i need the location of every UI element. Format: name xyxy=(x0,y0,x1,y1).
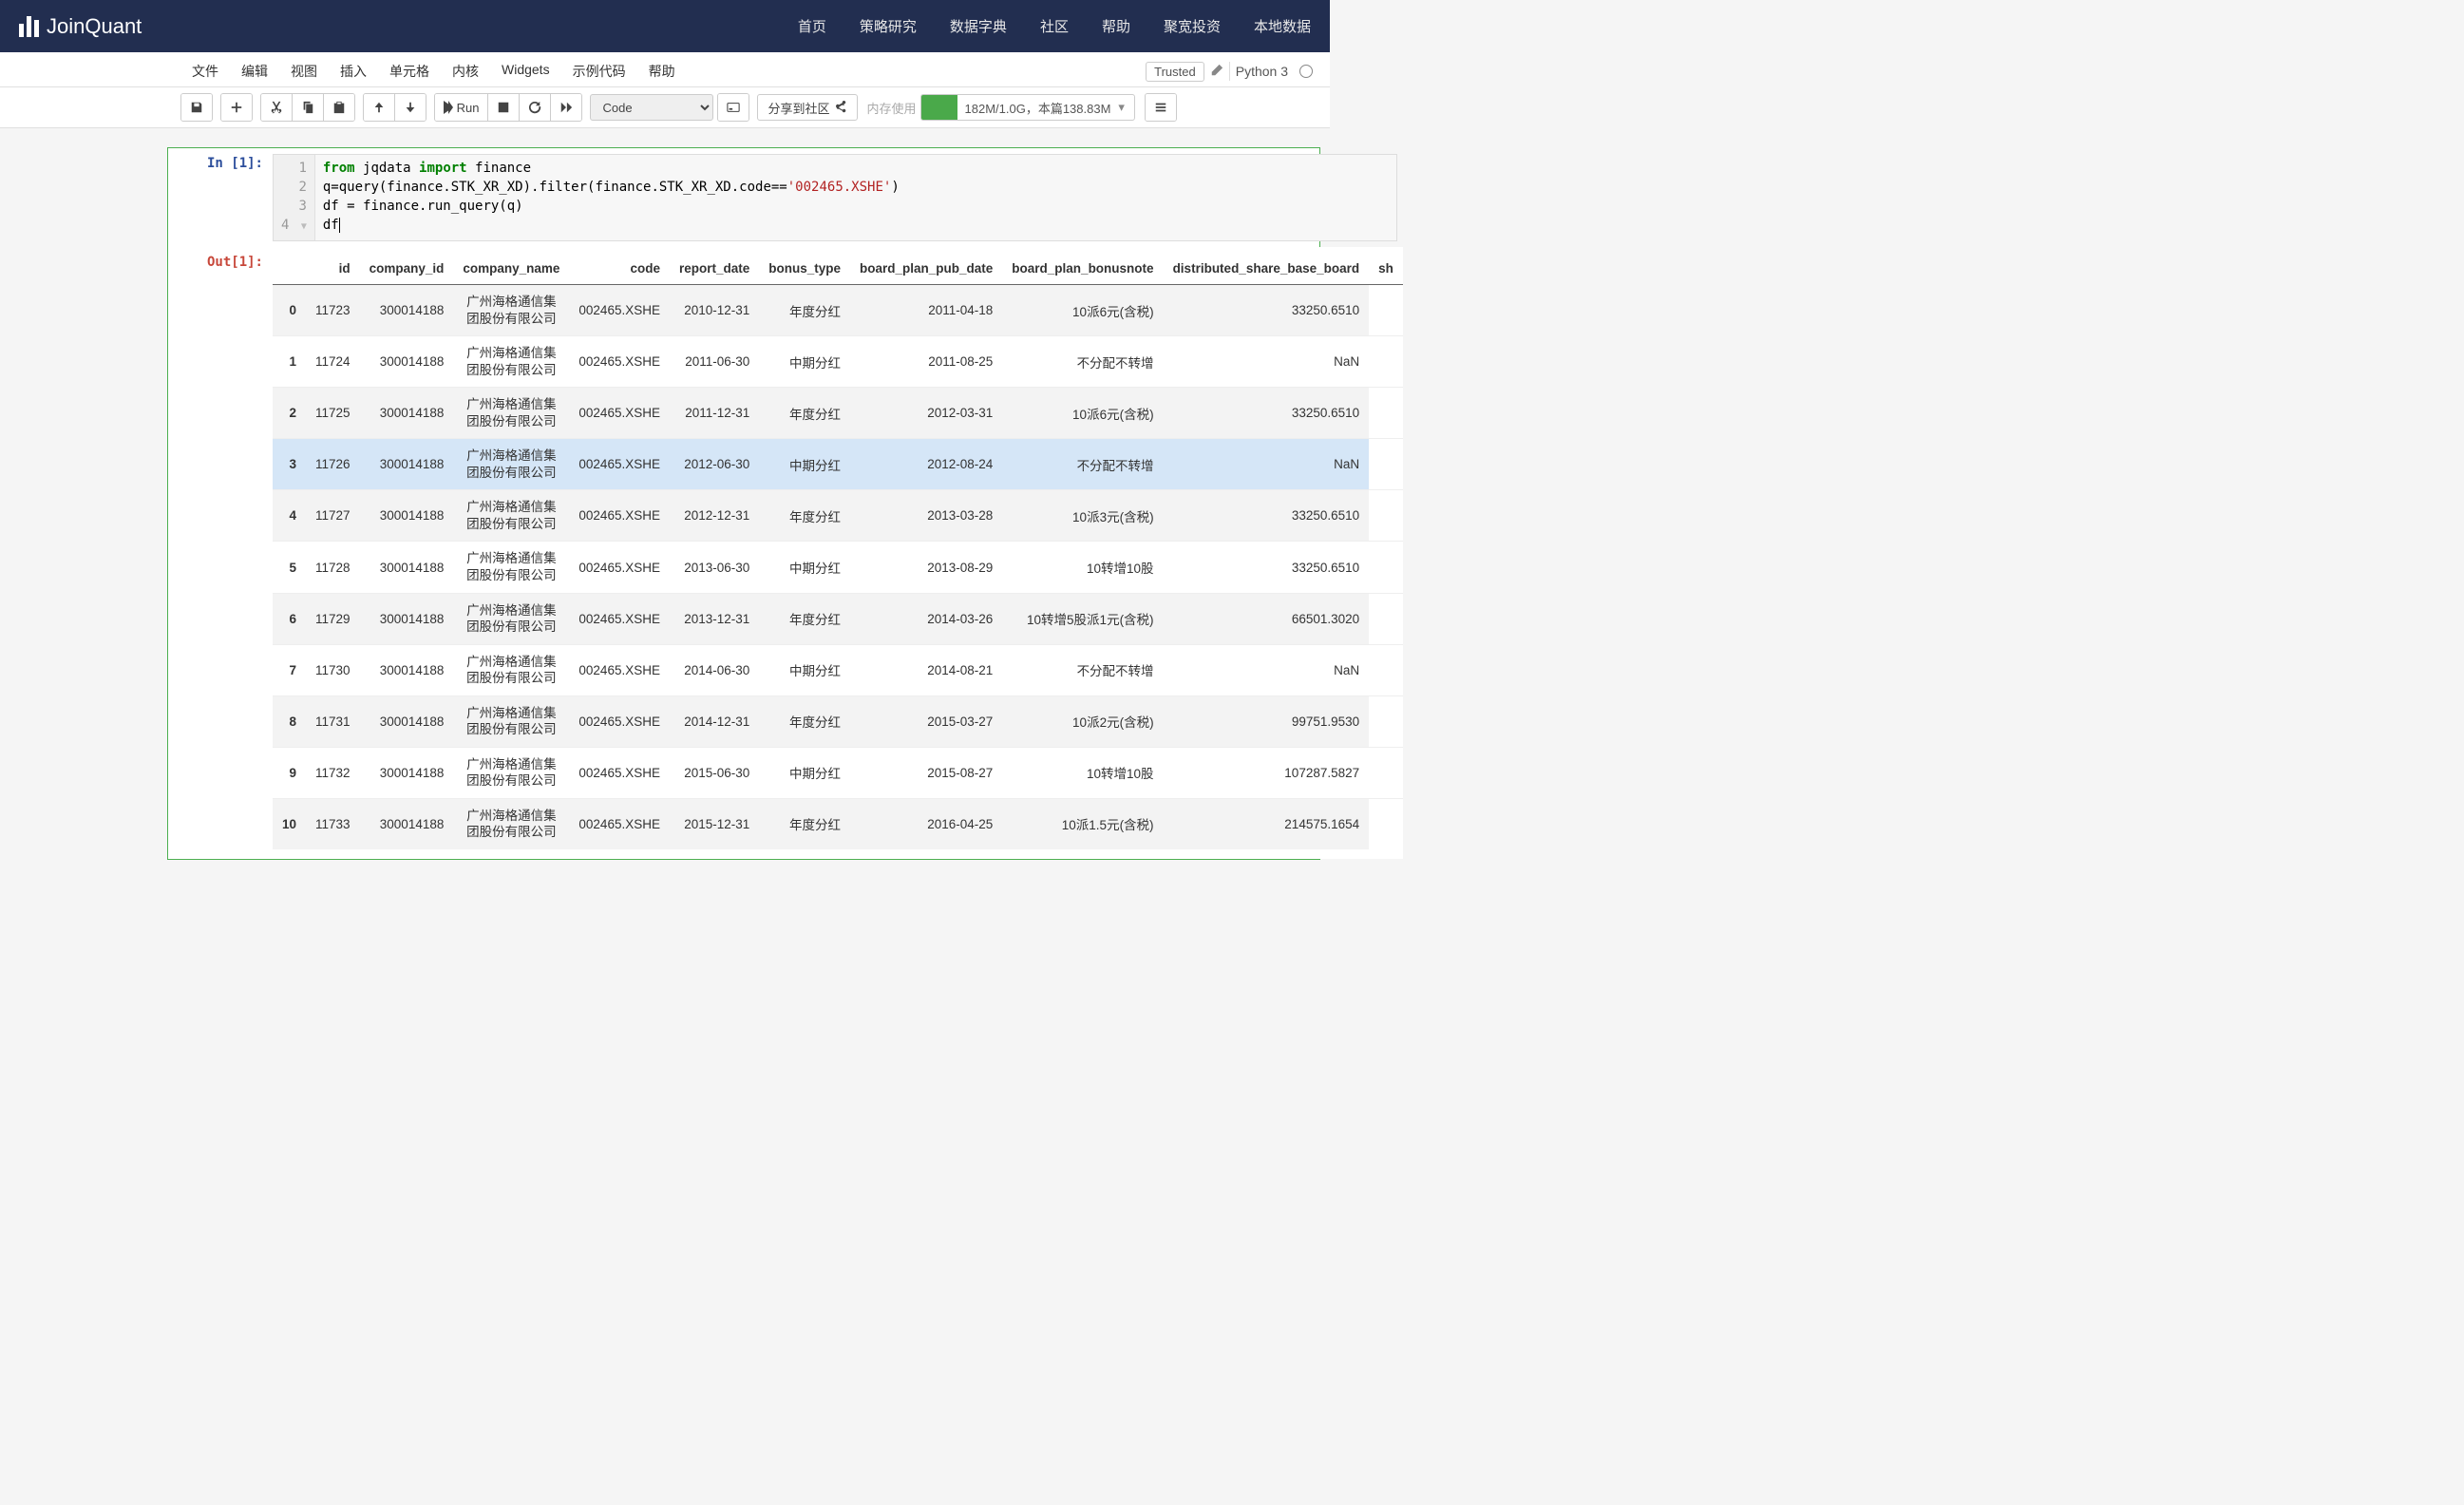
col-header: board_plan_pub_date xyxy=(850,253,1002,285)
code-editor[interactable]: 1 2 3 4 ▼ from jqdata import finance q=q… xyxy=(273,154,1397,241)
cut-button[interactable] xyxy=(261,94,293,121)
restart-run-all-button[interactable] xyxy=(551,94,581,121)
col-header: bonus_type xyxy=(759,253,850,285)
col-header: code xyxy=(569,253,670,285)
menu-0[interactable]: 文件 xyxy=(180,56,230,86)
interrupt-button[interactable] xyxy=(488,94,520,121)
move-down-button[interactable] xyxy=(395,94,426,121)
fold-arrow-icon: ▼ xyxy=(297,218,307,237)
share-icon xyxy=(834,101,847,114)
nav-link-5[interactable]: 聚宽投资 xyxy=(1164,16,1221,36)
paste-button[interactable] xyxy=(324,94,354,121)
menu-8[interactable]: 帮助 xyxy=(637,56,687,86)
table-row[interactable]: 811731300014188广州海格通信集团股份有限公司002465.XSHE… xyxy=(273,695,1403,747)
table-row[interactable]: 311726300014188广州海格通信集团股份有限公司002465.XSHE… xyxy=(273,439,1403,490)
memory-label: 内存使用 xyxy=(867,99,917,117)
menubar: 文件编辑视图插入单元格内核Widgets示例代码帮助 Trusted Pytho… xyxy=(0,52,1330,87)
menu-3[interactable]: 插入 xyxy=(329,56,378,86)
output-dataframe[interactable]: idcompany_idcompany_namecodereport_dateb… xyxy=(273,247,1403,859)
col-header: id xyxy=(306,253,360,285)
share-button[interactable]: 分享到社区 xyxy=(757,94,857,121)
table-row[interactable]: 711730300014188广州海格通信集团股份有限公司002465.XSHE… xyxy=(273,644,1403,695)
menu-4[interactable]: 单元格 xyxy=(378,56,441,86)
nav-link-6[interactable]: 本地数据 xyxy=(1254,16,1311,36)
table-row[interactable]: 111724300014188广州海格通信集团股份有限公司002465.XSHE… xyxy=(273,336,1403,388)
toolbar: Run Code 分享到社区 内存使用 182M/1.0G，本篇138.83M … xyxy=(0,87,1330,128)
nav-link-0[interactable]: 首页 xyxy=(798,16,826,36)
table-row[interactable]: 011723300014188广州海格通信集团股份有限公司002465.XSHE… xyxy=(273,285,1403,336)
col-header: board_plan_bonusnote xyxy=(1002,253,1163,285)
brand-logo[interactable]: JoinQuant xyxy=(19,14,142,39)
save-button[interactable] xyxy=(181,94,212,121)
line-gutter: 1 2 3 4 ▼ xyxy=(274,155,315,240)
cell-type-select[interactable]: Code xyxy=(590,94,713,121)
menu-7[interactable]: 示例代码 xyxy=(561,56,637,86)
col-header: company_name xyxy=(453,253,569,285)
table-row[interactable]: 411727300014188广州海格通信集团股份有限公司002465.XSHE… xyxy=(273,490,1403,542)
table-row[interactable]: 211725300014188广州海格通信集团股份有限公司002465.XSHE… xyxy=(273,388,1403,439)
dataframe-table: idcompany_idcompany_namecodereport_dateb… xyxy=(273,253,1403,849)
table-row[interactable]: 611729300014188广州海格通信集团股份有限公司002465.XSHE… xyxy=(273,593,1403,644)
memory-bar-icon xyxy=(921,94,957,121)
nav-link-4[interactable]: 帮助 xyxy=(1102,16,1130,36)
menu-1[interactable]: 编辑 xyxy=(230,56,279,86)
col-header xyxy=(273,253,306,285)
logo-bars-icon xyxy=(19,16,39,37)
restart-button[interactable] xyxy=(520,94,551,121)
nav-link-3[interactable]: 社区 xyxy=(1040,16,1069,36)
text-cursor xyxy=(339,218,340,233)
nav-links: 首页 策略研究 数据字典 社区 帮助 聚宽投资 本地数据 xyxy=(798,16,1311,36)
copy-button[interactable] xyxy=(293,94,324,121)
chevron-down-icon: ▾ xyxy=(1118,100,1125,115)
kernel-name[interactable]: Python 3 xyxy=(1229,62,1294,81)
menu-5[interactable]: 内核 xyxy=(441,56,490,86)
menu-2[interactable]: 视图 xyxy=(279,56,329,86)
memory-usage[interactable]: 182M/1.0G，本篇138.83M ▾ xyxy=(920,94,1135,121)
table-row[interactable]: 1011733300014188广州海格通信集团股份有限公司002465.XSH… xyxy=(273,798,1403,849)
trusted-indicator[interactable]: Trusted xyxy=(1146,62,1204,82)
toggle-toolbar-button[interactable] xyxy=(1146,94,1176,121)
col-header: sh xyxy=(1369,253,1403,285)
run-button[interactable]: Run xyxy=(435,94,488,121)
table-header-row: idcompany_idcompany_namecodereport_dateb… xyxy=(273,253,1403,285)
move-up-button[interactable] xyxy=(364,94,395,121)
col-header: company_id xyxy=(360,253,454,285)
kernel-status-icon[interactable] xyxy=(1299,65,1313,78)
table-row[interactable]: 511728300014188广州海格通信集团股份有限公司002465.XSHE… xyxy=(273,542,1403,593)
col-header: distributed_share_base_board xyxy=(1164,253,1370,285)
output-prompt: Out[1]: xyxy=(207,255,263,270)
add-cell-button[interactable] xyxy=(221,94,252,121)
input-prompt: In [1]: xyxy=(207,156,263,171)
table-row[interactable]: 911732300014188广州海格通信集团股份有限公司002465.XSHE… xyxy=(273,747,1403,798)
notebook: In [1]: 1 2 3 4 ▼ from jqdata import fin… xyxy=(0,128,1330,869)
code-content[interactable]: from jqdata import finance q=query(finan… xyxy=(315,155,907,240)
command-palette-button[interactable] xyxy=(718,94,749,121)
brand-text: JoinQuant xyxy=(47,14,142,39)
code-cell[interactable]: In [1]: 1 2 3 4 ▼ from jqdata import fin… xyxy=(167,147,1320,860)
nav-link-1[interactable]: 策略研究 xyxy=(860,16,917,36)
menu-6[interactable]: Widgets xyxy=(490,56,561,86)
col-header: report_date xyxy=(670,253,759,285)
nav-link-2[interactable]: 数据字典 xyxy=(950,16,1007,36)
edit-icon[interactable] xyxy=(1210,64,1223,80)
topnav: JoinQuant 首页 策略研究 数据字典 社区 帮助 聚宽投资 本地数据 xyxy=(0,0,1330,52)
